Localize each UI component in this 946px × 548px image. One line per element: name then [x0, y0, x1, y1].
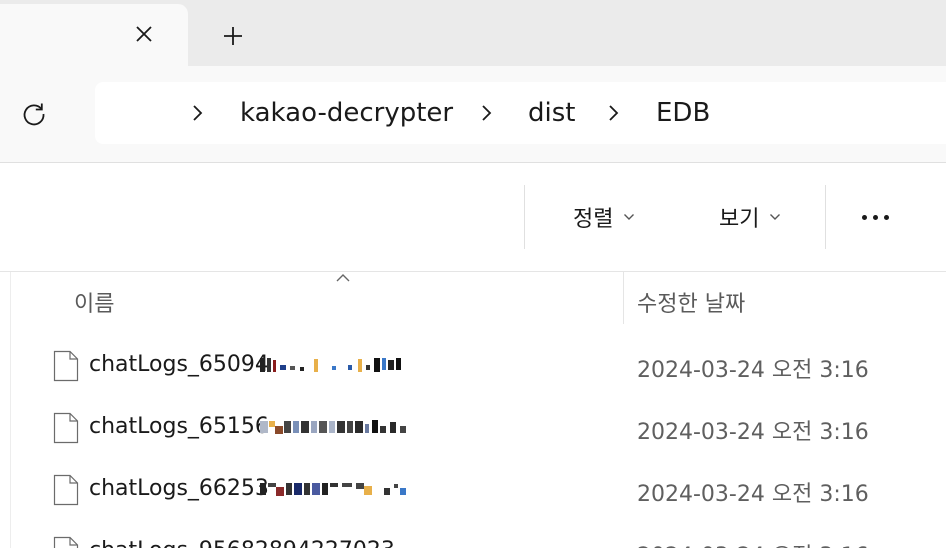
chevron-right-icon[interactable]	[605, 103, 621, 123]
active-tab[interactable]	[0, 4, 188, 66]
file-modified-date: 2024-03-24 오전 3:16	[637, 358, 869, 383]
file-modified-date: 2024-03-24 오전 3:16	[637, 538, 869, 548]
file-name: chatLogs_95682894227023	[89, 538, 395, 548]
chevron-right-icon[interactable]	[189, 103, 205, 123]
toolbar-divider	[825, 185, 826, 249]
chevron-down-icon	[770, 214, 781, 220]
chevron-right-icon[interactable]	[478, 103, 494, 123]
column-header-modified[interactable]: 수정한 날짜	[624, 272, 946, 326]
file-icon	[53, 474, 79, 506]
file-row[interactable]: chatLogs_66253 2024-03-24 오전 3:16	[11, 460, 946, 522]
breadcrumb-item-dist[interactable]: dist	[528, 97, 575, 129]
breadcrumb-item-edb[interactable]: EDB	[656, 97, 710, 129]
file-icon	[53, 350, 79, 382]
file-name: chatLogs_65094	[89, 352, 269, 377]
navigation-bar: kakao-decrypter dist EDB	[0, 66, 946, 163]
file-name: chatLogs_66253	[89, 476, 269, 501]
file-row[interactable]: chatLogs_65156 2024-03-24 오전 3:16	[11, 398, 946, 460]
more-icon	[861, 214, 889, 220]
sort-button[interactable]: 정렬	[573, 199, 635, 235]
file-row[interactable]: chatLogs_95682894227023 2024-03-24 오전 3:…	[11, 522, 946, 548]
sort-label: 정렬	[573, 207, 614, 232]
file-name: chatLogs_65156	[89, 414, 269, 439]
new-tab-button[interactable]	[216, 20, 250, 52]
file-icon	[53, 412, 79, 444]
tab-strip	[0, 0, 946, 66]
address-bar[interactable]: kakao-decrypter dist EDB	[95, 82, 946, 144]
refresh-button[interactable]	[18, 98, 50, 130]
toolbar-divider	[524, 185, 525, 249]
refresh-icon	[23, 103, 45, 126]
file-row[interactable]: chatLogs_65094 2024-03-24 오전 3:16	[11, 336, 946, 398]
file-icon	[53, 536, 79, 548]
redacted-text	[260, 358, 401, 372]
close-icon	[136, 26, 152, 42]
column-header-name-label: 이름	[74, 292, 115, 317]
chevron-down-icon	[624, 214, 635, 220]
breadcrumb: kakao-decrypter dist EDB	[95, 82, 946, 144]
file-modified-date: 2024-03-24 오전 3:16	[637, 482, 869, 507]
close-tab-button[interactable]	[128, 18, 160, 50]
plus-icon	[224, 27, 242, 45]
command-bar: 정렬 보기	[0, 163, 946, 272]
breadcrumb-item-kakao-decrypter[interactable]: kakao-decrypter	[240, 97, 453, 129]
view-button[interactable]: 보기	[719, 199, 781, 235]
column-header-modified-label: 수정한 날짜	[637, 292, 746, 317]
redacted-text	[260, 420, 406, 434]
file-list: 이름 수정한 날짜 chatLogs_65094 2024-03-24 오전 3…	[10, 272, 946, 548]
more-options-button[interactable]	[850, 199, 900, 235]
file-modified-date: 2024-03-24 오전 3:16	[637, 420, 869, 445]
view-label: 보기	[719, 207, 760, 232]
redacted-text	[260, 483, 406, 496]
column-header-name[interactable]: 이름	[11, 272, 623, 326]
